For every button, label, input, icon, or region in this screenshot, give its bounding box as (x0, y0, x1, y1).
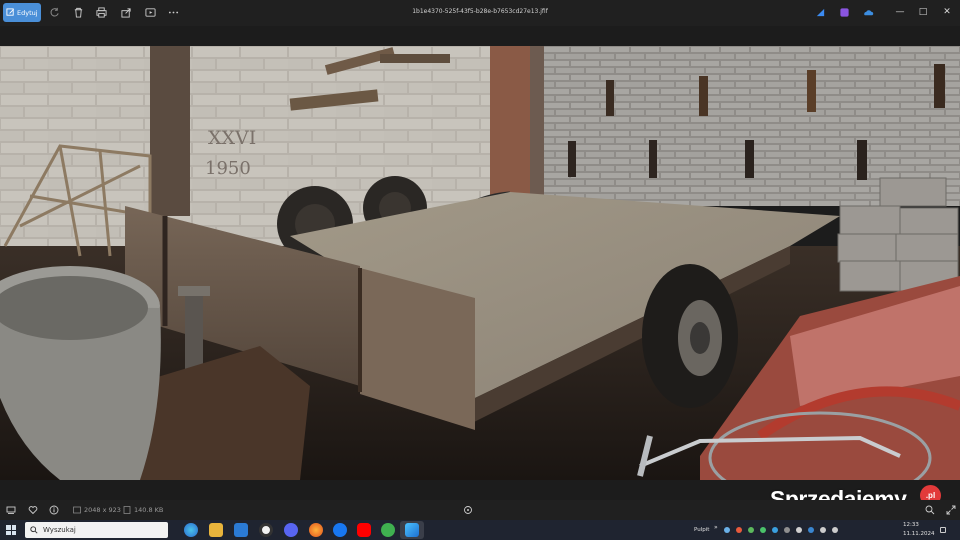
volume-icon[interactable] (832, 527, 838, 533)
designer-icon[interactable] (814, 6, 827, 19)
discord-icon[interactable] (284, 523, 298, 537)
clock-time[interactable]: 12:33 (903, 522, 919, 528)
file-size: 140.8 KB (134, 506, 164, 514)
windows-taskbar: Wyszukaj Pulpit » 12:33 11.11.2024 (0, 520, 960, 540)
filmstrip-icon[interactable] (5, 504, 16, 515)
clock-date[interactable]: 11.11.2024 (903, 531, 935, 537)
app-toolbar: Edytuj 1b1e4370-525f-43f5-b28e-b7653cd27… (0, 0, 960, 26)
image-dimensions: 2048 x 923 (84, 506, 121, 514)
resolution-icon (71, 504, 82, 515)
edit-button[interactable]: Edytuj (3, 3, 41, 22)
maximize-button[interactable]: □ (916, 5, 930, 19)
search-placeholder: Wyszukaj (43, 526, 76, 534)
file-size-icon (121, 504, 132, 515)
share-icon[interactable] (120, 6, 133, 19)
image-viewer[interactable]: XXVI 1950 (0, 26, 960, 500)
close-button[interactable]: ✕ (940, 5, 954, 19)
taskbar-search[interactable]: Wyszukaj (25, 522, 168, 538)
tray-app-1-icon[interactable] (724, 527, 730, 533)
onedrive-icon[interactable] (862, 6, 875, 19)
tray-app-8-icon[interactable] (808, 527, 814, 533)
favorite-icon[interactable] (27, 504, 38, 515)
tray-app-7-icon[interactable] (796, 527, 802, 533)
tray-app-5-icon[interactable] (772, 527, 778, 533)
file-explorer-icon[interactable] (209, 523, 223, 537)
edit-icon (6, 8, 14, 16)
fit-view-icon[interactable] (462, 504, 473, 515)
firefox-icon[interactable] (309, 523, 323, 537)
photo: XXVI 1950 (0, 46, 960, 480)
fullscreen-icon[interactable] (945, 504, 956, 515)
clipchamp-icon[interactable] (838, 6, 851, 19)
mail-icon[interactable] (234, 523, 248, 537)
tray-app-3-icon[interactable] (748, 527, 754, 533)
obs-icon[interactable] (259, 523, 273, 537)
edit-button-label: Edytuj (17, 8, 38, 17)
more-icon[interactable] (167, 6, 180, 19)
photos-icon[interactable] (405, 523, 419, 537)
desktop-label[interactable]: Pulpit (694, 527, 709, 533)
network-icon[interactable] (820, 527, 826, 533)
print-icon[interactable] (95, 6, 108, 19)
info-bar: 2048 x 923 140.8 KB (0, 500, 960, 520)
tray-app-6-icon[interactable] (784, 527, 790, 533)
zoom-icon[interactable] (924, 504, 935, 515)
edge-icon[interactable] (184, 523, 198, 537)
wall-scratch-1: XXVI (208, 127, 256, 149)
tray-app-4-icon[interactable] (760, 527, 766, 533)
tray-app-2-icon[interactable] (736, 527, 742, 533)
notifications-icon[interactable] (940, 527, 946, 533)
minimize-button[interactable]: — (893, 5, 907, 19)
rotate-icon[interactable] (48, 6, 61, 19)
tray-chevron-icon[interactable]: » (714, 524, 718, 531)
youtube-icon[interactable] (357, 523, 371, 537)
info-icon[interactable] (48, 504, 59, 515)
start-button[interactable] (6, 525, 16, 535)
slideshow-icon[interactable] (144, 6, 157, 19)
facebook-icon[interactable] (333, 523, 347, 537)
delete-icon[interactable] (72, 6, 85, 19)
app-green-icon[interactable] (381, 523, 395, 537)
search-icon (30, 526, 38, 534)
wall-scratch-2: 1950 (205, 158, 251, 179)
